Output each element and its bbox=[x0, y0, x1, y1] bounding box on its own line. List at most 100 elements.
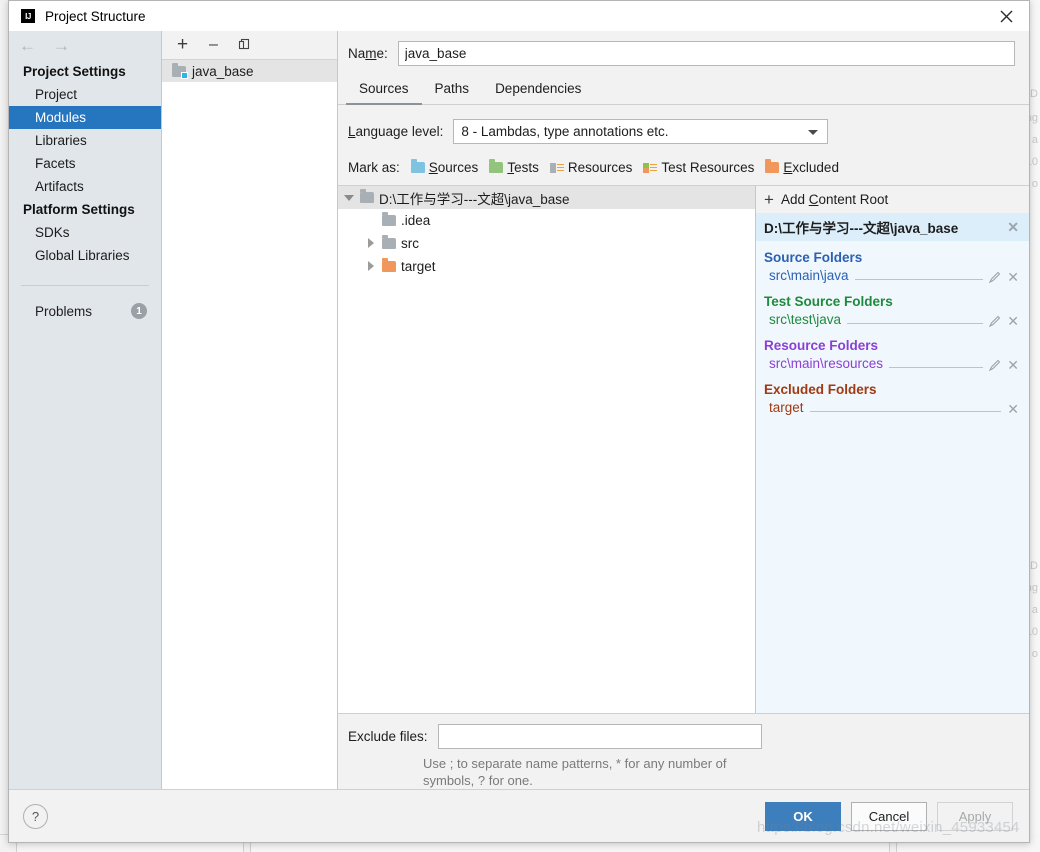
dialog-footer: ? OK Cancel Apply https://blog.csdn.net/… bbox=[9, 789, 1029, 842]
background-ghost-line: a bbox=[1031, 134, 1038, 146]
arrow-right-icon[interactable]: → bbox=[53, 37, 70, 54]
excluded-folders-title: Excluded Folders bbox=[764, 382, 877, 397]
add-content-root-button[interactable]: + Add Content Root bbox=[756, 186, 1029, 213]
sidebar-item-modules[interactable]: Modules bbox=[9, 106, 161, 129]
tab-sources[interactable]: Sources bbox=[346, 75, 422, 105]
tree-row[interactable]: src bbox=[338, 232, 755, 255]
excluded-folder-path[interactable]: target bbox=[769, 400, 804, 415]
sidebar-item-facets[interactable]: Facets bbox=[9, 152, 161, 175]
modules-list-panel: java_base bbox=[162, 31, 338, 789]
list-item[interactable]: java_base bbox=[162, 60, 337, 82]
tab-paths[interactable]: Paths bbox=[422, 75, 483, 105]
tree-node-label: src bbox=[401, 236, 419, 251]
resource-folder-path[interactable]: src\main\resources bbox=[769, 356, 883, 371]
resource-folder-row: src\main\resources ✕ bbox=[756, 355, 1029, 373]
remove-source-folder-icon[interactable]: ✕ bbox=[1007, 270, 1019, 284]
mark-as-tests-label: Tests bbox=[507, 160, 539, 175]
background-ghost-line: a bbox=[1031, 604, 1038, 616]
nav-group-platform-settings: Platform Settings bbox=[23, 202, 135, 217]
module-editor-panel: Name: Sources Paths Dependencies Languag… bbox=[338, 31, 1029, 789]
editor-tabs: Sources Paths Dependencies bbox=[338, 75, 1029, 105]
row-filler bbox=[889, 367, 984, 368]
module-name-row: Name: bbox=[338, 31, 1029, 75]
remove-module-button[interactable] bbox=[205, 37, 222, 54]
add-module-button[interactable] bbox=[174, 37, 191, 54]
edit-pencil-icon[interactable] bbox=[989, 359, 1001, 372]
resources-icon bbox=[549, 162, 564, 174]
tree-row[interactable]: D:\工作与学习---文超\java_base bbox=[338, 186, 755, 209]
edit-pencil-icon[interactable] bbox=[989, 271, 1001, 284]
name-label: Name: bbox=[348, 45, 388, 61]
exclude-files-hint: Use ; to separate name patterns, * for a… bbox=[423, 756, 727, 788]
content-roots-panel: + Add Content Root D:\工作与学习---文超\java_ba… bbox=[756, 186, 1029, 713]
tree-node-label: .idea bbox=[401, 213, 431, 228]
mark-as-excluded-button[interactable]: Excluded bbox=[765, 159, 839, 175]
intellij-idea-logo-icon bbox=[20, 8, 36, 24]
edit-pencil-icon[interactable] bbox=[989, 315, 1001, 328]
module-name-label: java_base bbox=[192, 63, 254, 79]
modules-toolbar bbox=[162, 31, 337, 60]
folder-orange-icon bbox=[382, 258, 396, 272]
copy-module-icon[interactable] bbox=[236, 37, 253, 54]
mark-as-tests-button[interactable]: Tests bbox=[489, 159, 539, 175]
mark-as-sources-button[interactable]: Sources bbox=[410, 159, 479, 175]
sidebar-item-sdks[interactable]: SDKs bbox=[9, 221, 161, 244]
excluded-folder-row: target ✕ bbox=[756, 399, 1029, 417]
tree-node-label: target bbox=[401, 259, 436, 274]
resource-folders-title: Resource Folders bbox=[764, 338, 879, 353]
remove-content-root-icon[interactable]: ✕ bbox=[1007, 220, 1019, 234]
tree-row[interactable]: target bbox=[338, 255, 755, 278]
folder-grey-icon bbox=[382, 212, 396, 226]
sidebar-item-project[interactable]: Project bbox=[9, 83, 161, 106]
add-content-root-label: Add Content Root bbox=[780, 192, 889, 207]
folder-grey-icon bbox=[360, 189, 374, 203]
nav-group-project-settings: Project Settings bbox=[23, 64, 126, 79]
ok-button[interactable]: OK bbox=[765, 801, 841, 831]
language-level-select[interactable]: 8 - Lambdas, type annotations etc. bbox=[453, 119, 829, 144]
content-root-path: D:\工作与学习---文超\java_base bbox=[764, 221, 959, 236]
background-ghost-line: o bbox=[1031, 178, 1038, 190]
tab-dependencies[interactable]: Dependencies bbox=[482, 75, 594, 105]
sidebar-item-global-libraries[interactable]: Global Libraries bbox=[9, 244, 161, 267]
mark-as-sources-label: Sources bbox=[428, 160, 479, 175]
background-ghost-line: o bbox=[1031, 648, 1038, 660]
dialog-titlebar: Project Structure bbox=[9, 1, 1029, 31]
test-source-folder-path[interactable]: src\test\java bbox=[769, 312, 841, 327]
tree-node-label: D:\工作与学习---文超\java_base bbox=[379, 191, 570, 207]
mark-as-resources-button[interactable]: Resources bbox=[549, 160, 632, 175]
remove-excluded-folder-icon[interactable]: ✕ bbox=[1007, 402, 1019, 416]
test-source-folder-row: src\test\java ✕ bbox=[756, 311, 1029, 329]
remove-test-source-folder-icon[interactable]: ✕ bbox=[1007, 314, 1019, 328]
close-icon[interactable] bbox=[983, 1, 1029, 31]
name-input[interactable] bbox=[397, 40, 1015, 66]
chevron-right-icon[interactable] bbox=[366, 238, 377, 249]
help-button[interactable]: ? bbox=[23, 803, 48, 829]
source-folders-title: Source Folders bbox=[764, 250, 863, 265]
settings-sidebar: ← → Project Settings Project Modules Lib… bbox=[9, 31, 162, 789]
exclude-files-row: Exclude files: bbox=[338, 724, 1029, 749]
arrow-left-icon[interactable]: ← bbox=[19, 37, 36, 54]
cancel-button[interactable]: Cancel bbox=[851, 801, 927, 831]
remove-resource-folder-icon[interactable]: ✕ bbox=[1007, 358, 1019, 372]
source-folder-path[interactable]: src\main\java bbox=[769, 268, 849, 283]
sidebar-item-libraries[interactable]: Libraries bbox=[9, 129, 161, 152]
chevron-down-icon[interactable] bbox=[344, 192, 355, 203]
tree-row[interactable]: .idea bbox=[338, 209, 755, 232]
problems-count-badge: 1 bbox=[131, 303, 147, 319]
dialog-body: ← → Project Settings Project Modules Lib… bbox=[9, 31, 1029, 789]
chevron-right-icon[interactable] bbox=[366, 261, 377, 272]
exclude-files-input[interactable] bbox=[437, 724, 762, 749]
apply-button[interactable]: Apply bbox=[937, 801, 1013, 831]
dialog-title: Project Structure bbox=[45, 8, 146, 24]
sources-split-pane: D:\工作与学习---文超\java_base .idea src target… bbox=[338, 185, 1029, 713]
test-resources-icon bbox=[643, 162, 658, 174]
sidebar-item-artifacts[interactable]: Artifacts bbox=[9, 175, 161, 198]
sidebar-item-problems[interactable]: Problems 1 bbox=[9, 300, 161, 322]
row-filler bbox=[847, 323, 984, 324]
language-level-value: 8 - Lambdas, type annotations etc. bbox=[461, 124, 669, 139]
content-tree: D:\工作与学习---文超\java_base .idea src target bbox=[338, 186, 756, 713]
problems-label: Problems bbox=[35, 303, 93, 319]
language-level-row: Language level: 8 - Lambdas, type annota… bbox=[338, 105, 1029, 144]
mark-as-test-resources-button[interactable]: Test Resources bbox=[643, 160, 754, 175]
